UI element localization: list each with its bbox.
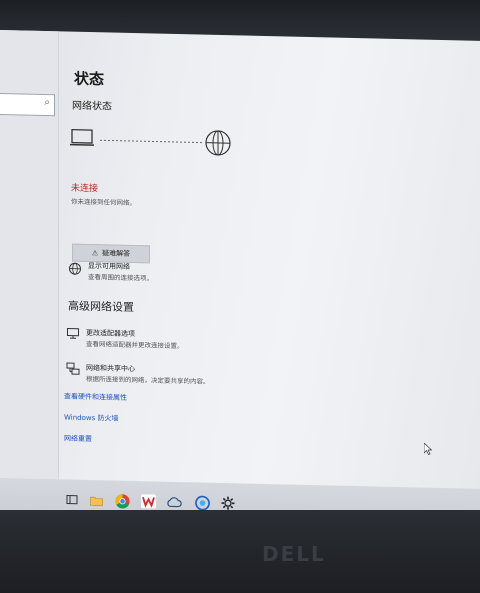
search-icon: ⌕ <box>44 97 50 109</box>
change-adapter-options-desc: 查看网络适配器并更改连接设置。 <box>86 339 184 351</box>
dell-logo: DELL <box>262 542 326 566</box>
not-connected-status: 未连接 <box>71 183 99 195</box>
network-diagram <box>70 128 231 156</box>
page-title: 状态 <box>74 69 105 89</box>
edge-icon[interactable] <box>194 494 210 510</box>
adapter-icon <box>67 328 79 339</box>
file-explorer-icon[interactable] <box>88 492 104 508</box>
troubleshoot-label: 疑难解答 <box>102 249 131 258</box>
search-input[interactable]: ⌕ <box>0 93 55 117</box>
network-status-page: 状态 网络状态 未连接 你未连接到任何网络。 ⚠ 疑难解答 显示可用网络 查看周… <box>62 31 480 535</box>
laptop-bezel-bottom <box>0 510 480 593</box>
not-connected-desc: 你未连接到任何网络。 <box>71 197 136 208</box>
network-status-heading: 网络状态 <box>72 100 112 113</box>
settings-icon[interactable] <box>220 495 236 511</box>
settings-window: ⌕ 状态 网络状态 未连接 你未连接到任何网络。 ⚠ 疑难解答 显示可用网络 查… <box>0 30 480 536</box>
globe-icon <box>205 130 231 156</box>
warning-icon: ⚠ <box>91 249 99 258</box>
chrome-icon[interactable] <box>114 493 130 509</box>
troubleshoot-button[interactable]: ⚠ 疑难解答 <box>72 243 150 264</box>
network-sharing-center-desc: 根据所连接到的网络，决定要共享的内容。 <box>86 374 210 386</box>
available-networks-desc: 查看周围的连接选项。 <box>88 272 153 283</box>
cloud-icon[interactable] <box>166 494 182 510</box>
settings-nav-pane: ⌕ <box>0 30 59 527</box>
globe-network-icon <box>69 262 81 275</box>
task-view-icon[interactable] <box>64 491 80 507</box>
laptop-icon <box>70 128 94 146</box>
sharing-center-icon <box>66 362 80 375</box>
wps-icon[interactable] <box>140 493 156 509</box>
hardware-properties-link[interactable]: 查看硬件和连接属性 <box>64 391 127 402</box>
mouse-cursor-icon <box>424 443 432 455</box>
windows-firewall-link[interactable]: Windows 防火墙 <box>64 412 118 423</box>
connection-line <box>100 139 202 144</box>
advanced-settings-heading: 高级网络设置 <box>68 299 134 315</box>
network-reset-link[interactable]: 网络重置 <box>64 433 92 444</box>
